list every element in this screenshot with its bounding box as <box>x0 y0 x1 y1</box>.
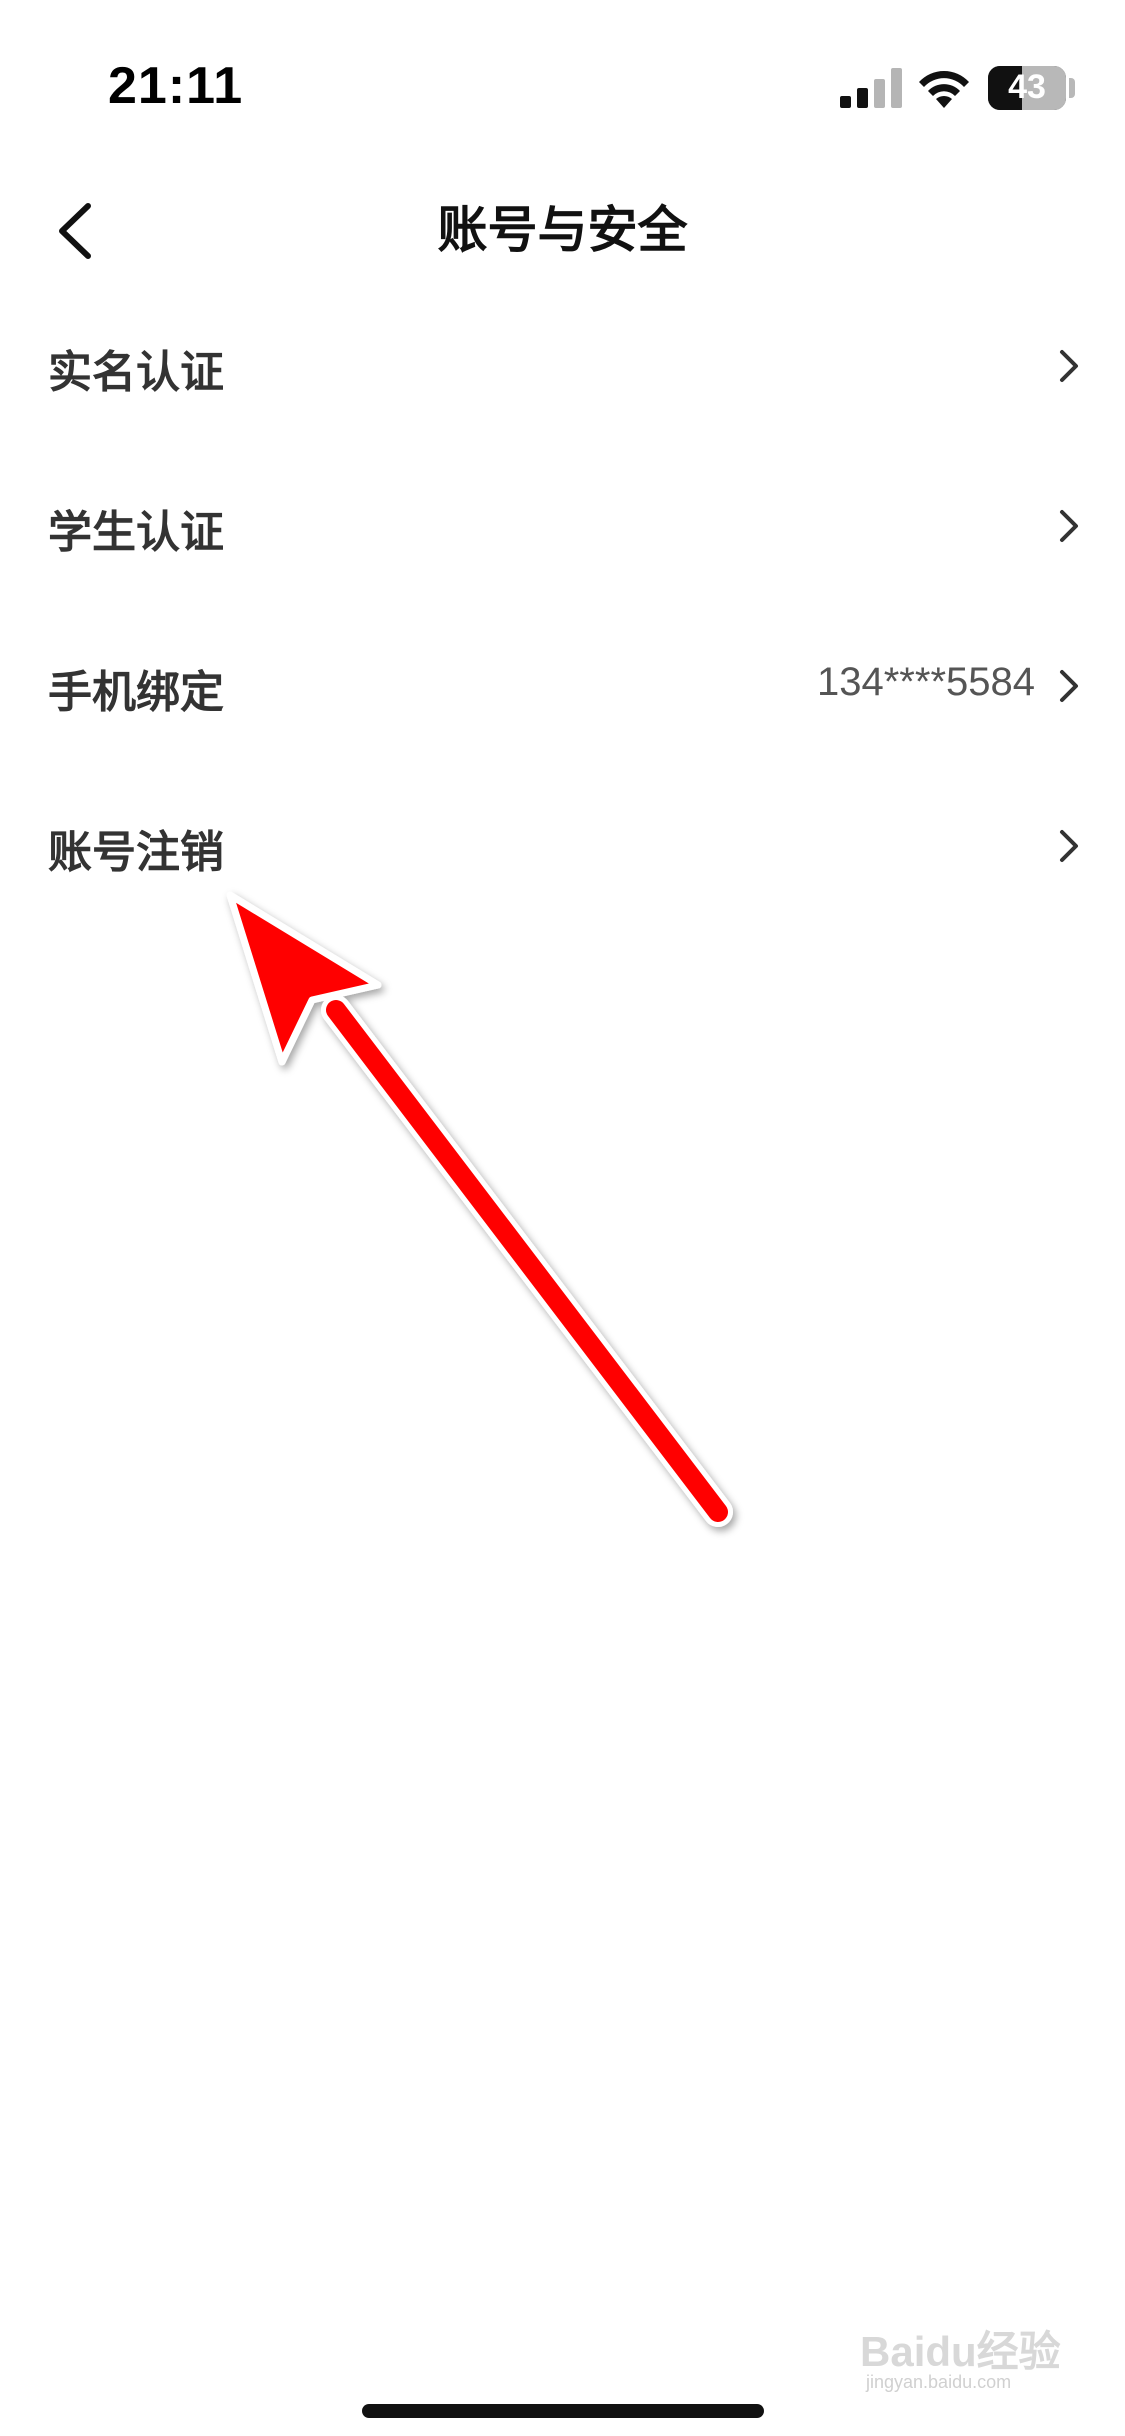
list-item-real-name-verification[interactable]: 实名认证 <box>0 290 1125 450</box>
chevron-right-icon <box>1060 670 1078 702</box>
battery-percent: 43 <box>1008 68 1046 106</box>
battery-cap <box>1069 78 1075 98</box>
watermark-text: Baidu经验 <box>860 2328 1061 2375</box>
chevron-right-icon <box>1060 350 1078 382</box>
navigation-bar: 账号与安全 <box>0 170 1125 290</box>
home-indicator[interactable] <box>362 2404 764 2418</box>
list-item-account-deletion[interactable]: 账号注销 <box>0 770 1125 930</box>
item-label: 学生认证 <box>48 507 224 558</box>
list-item-student-verification[interactable]: 学生认证 <box>0 450 1125 610</box>
baidu-watermark: Baidu经验 jingyan.baidu.com <box>860 2300 1080 2400</box>
watermark-sub: jingyan.baidu.com <box>866 2372 1012 2392</box>
settings-list: 实名认证 学生认证 手机绑定 134****5584 账号注销 <box>0 290 1125 930</box>
cellular-signal-icon <box>840 68 902 108</box>
arrow-shaft <box>321 995 733 1527</box>
phone-number-value: 134****5584 <box>817 660 1035 704</box>
battery-icon: 43 <box>988 66 1066 110</box>
item-label: 账号注销 <box>48 827 224 878</box>
chevron-right-icon <box>1060 830 1078 862</box>
status-bar: 21:11 43 <box>0 0 1125 170</box>
list-item-phone-binding[interactable]: 手机绑定 134****5584 <box>0 610 1125 770</box>
wifi-icon <box>919 71 969 108</box>
item-label: 实名认证 <box>48 347 224 398</box>
page-title: 账号与安全 <box>437 201 688 259</box>
chevron-right-icon <box>1060 510 1078 542</box>
status-time: 21:11 <box>108 57 244 115</box>
item-label: 手机绑定 <box>48 667 224 718</box>
